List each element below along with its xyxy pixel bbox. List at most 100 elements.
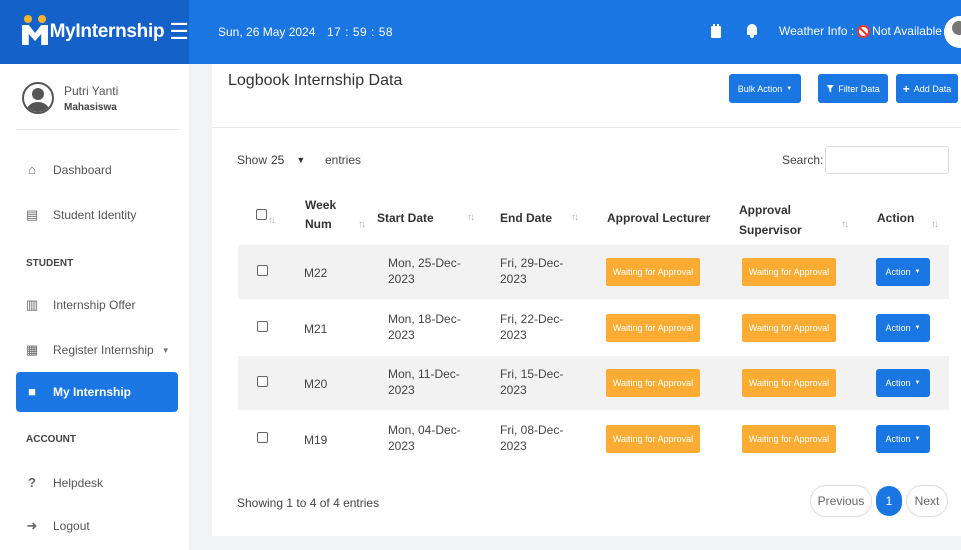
end-date-year: 2023 — [500, 439, 527, 453]
sidebar-item-label: My Internship — [53, 385, 132, 399]
action-label: Action — [885, 378, 911, 388]
action-label: Action — [885, 267, 911, 277]
sidebar-item-student-identity[interactable]: ▤ Student Identity — [16, 195, 178, 235]
form-icon: ▦ — [26, 342, 39, 357]
header-text: Week — [305, 198, 337, 212]
caret-down-icon: ▼ — [914, 436, 921, 442]
week-num-cell: M20 — [304, 377, 328, 391]
hamburger-menu-icon[interactable]: ☰ — [169, 19, 189, 45]
section-label-account: ACCOUNT — [26, 434, 76, 445]
sidebar-item-label: Register Internship — [53, 343, 154, 357]
search-input[interactable] — [825, 146, 949, 174]
page-title: Logbook Internship Data — [228, 72, 403, 89]
column-header-end-date[interactable]: End Date — [500, 210, 552, 226]
entries-label: entries — [325, 153, 362, 167]
table-info: Showing 1 to 4 of 4 entries — [237, 496, 380, 510]
home-icon: ⌂ — [28, 162, 36, 177]
lecturer-status-badge: Waiting for Approval — [606, 425, 700, 453]
row-checkbox[interactable] — [257, 376, 268, 387]
sidebar-item-dashboard[interactable]: ⌂ Dashboard — [16, 150, 178, 190]
table-row: M22 Mon, 25-Dec- 2023 Fri, 29-Dec- 2023 Wa… — [238, 245, 949, 299]
briefcase-icon: ■ — [28, 384, 36, 399]
start-date-year: 2023 — [388, 383, 415, 397]
sort-icon[interactable]: ↑↓ — [841, 219, 849, 230]
supervisor-status-badge: Waiting for Approval — [742, 369, 836, 397]
row-checkbox[interactable] — [257, 265, 268, 276]
filter-data-label: Filter Data — [838, 83, 880, 94]
supervisor-status-badge: Waiting for Approval — [742, 258, 836, 286]
sidebar-item-logout[interactable]: ➜ Logout — [16, 506, 178, 546]
app-name: MyInternship — [49, 21, 165, 42]
row-background — [238, 245, 949, 299]
select-all-checkbox[interactable] — [256, 209, 267, 220]
sort-icon[interactable]: ↑↓ — [700, 214, 708, 225]
row-checkbox[interactable] — [257, 321, 268, 332]
action-label: Action — [885, 323, 911, 333]
user-avatar[interactable] — [944, 16, 961, 48]
row-action-button[interactable]: Action ▼ — [876, 314, 930, 342]
sidebar-item-helpdesk[interactable]: ? Helpdesk — [16, 463, 178, 503]
add-data-button[interactable]: + Add Data — [896, 74, 958, 103]
end-date-line: Fri, 15-Dec- — [500, 367, 564, 381]
sidebar-item-my-internship[interactable]: ■ My Internship — [16, 372, 178, 412]
logout-icon: ➜ — [26, 518, 38, 533]
sidebar-item-label: Helpdesk — [53, 476, 104, 490]
filter-icon — [826, 84, 835, 93]
sort-icon[interactable]: ↑↓ — [467, 212, 475, 223]
table-row: M19 Mon, 04-Dec- 2023 Fri, 08-Dec- 2023 Wa… — [238, 412, 949, 466]
top-navbar: MyInternship ☰ Sun, 26 May 2024 17 : 59 … — [0, 0, 961, 64]
page-1-button[interactable]: 1 — [876, 486, 902, 516]
filter-data-button[interactable]: Filter Data — [818, 74, 888, 103]
start-date-year: 2023 — [388, 272, 415, 286]
lecturer-status-badge: Waiting for Approval — [606, 258, 700, 286]
add-data-label: Add Data — [913, 83, 952, 94]
user-profile: Putri Yanti Mahasiswa — [16, 72, 179, 130]
profile-name: Putri Yanti — [64, 84, 119, 98]
previous-page-button[interactable]: Previous — [810, 485, 872, 517]
sort-icon[interactable]: ↑↓ — [268, 215, 276, 226]
row-action-button[interactable]: Action ▼ — [876, 425, 930, 453]
question-icon: ? — [28, 475, 36, 490]
sidebar-item-label: Internship Offer — [53, 298, 136, 312]
current-date: Sun, 26 May 2024 — [218, 25, 316, 39]
profile-role: Mahasiswa — [64, 102, 117, 113]
calendar-icon[interactable] — [711, 24, 721, 38]
lecturer-status-badge: Waiting for Approval — [606, 314, 700, 342]
entries-per-page-select[interactable]: 25 ▼ — [267, 148, 323, 172]
week-num-cell: M21 — [304, 322, 328, 336]
row-action-button[interactable]: Action ▼ — [876, 258, 930, 286]
table-row: M20 Mon, 11-Dec- 2023 Fri, 15-Dec- 2023 Wa… — [238, 356, 949, 410]
start-date-cell: Mon, 11-Dec- 2023 — [388, 366, 460, 398]
sort-icon[interactable]: ↑↓ — [358, 219, 366, 230]
column-header-start-date[interactable]: Start Date — [377, 210, 434, 226]
end-date-cell: Fri, 08-Dec- 2023 — [500, 422, 563, 454]
caret-down-icon: ▼ — [914, 269, 921, 275]
chevron-down-icon: ▼ — [161, 345, 170, 355]
sidebar-item-internship-offer[interactable]: ▥ Internship Offer — [16, 285, 178, 325]
next-page-button[interactable]: Next — [906, 485, 948, 517]
sort-icon[interactable]: ↑↓ — [571, 212, 579, 223]
column-header-approval-supervisor[interactable]: Approval Supervisor — [739, 202, 802, 238]
start-date-line: Mon, 11-Dec- — [388, 367, 460, 381]
chevron-down-icon: ▼ — [296, 155, 306, 165]
end-date-line: Fri, 08-Dec- — [500, 423, 564, 437]
row-checkbox[interactable] — [257, 432, 268, 443]
end-date-year: 2023 — [500, 383, 527, 397]
not-available-icon — [857, 24, 871, 38]
sidebar-item-register-internship[interactable]: ▦ Register Internship ▼ — [16, 330, 178, 370]
end-date-line: Fri, 29-Dec- — [500, 256, 564, 270]
clipboard-icon: ▥ — [26, 297, 39, 312]
start-date-cell: Mon, 18-Dec- 2023 — [388, 311, 461, 343]
sort-icon[interactable]: ↑↓ — [931, 219, 939, 230]
column-header-approval-lecturer[interactable]: Approval Lecturer — [607, 210, 710, 226]
row-action-button[interactable]: Action ▼ — [876, 369, 930, 397]
bulk-action-button[interactable]: Bulk Action ▼ — [729, 74, 801, 103]
caret-down-icon: ▼ — [914, 325, 921, 331]
caret-down-icon: ▼ — [786, 85, 793, 92]
notification-bell-icon[interactable] — [746, 24, 758, 38]
sidebar-item-label: Dashboard — [53, 163, 112, 177]
column-header-week-num[interactable]: Week Num — [305, 197, 336, 232]
supervisor-status-badge: Waiting for Approval — [742, 314, 836, 342]
profile-avatar — [22, 82, 54, 114]
start-date-cell: Mon, 25-Dec- 2023 — [388, 255, 461, 287]
